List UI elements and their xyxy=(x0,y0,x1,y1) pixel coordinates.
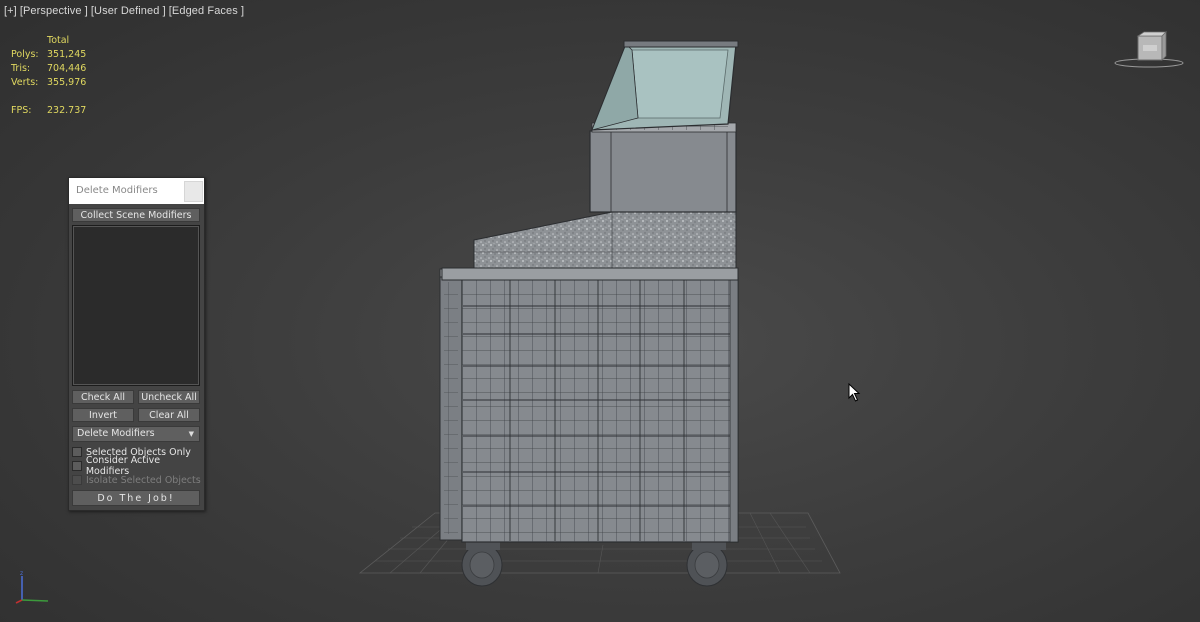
mouse-cursor-icon xyxy=(848,383,861,402)
glass-hood xyxy=(591,40,739,131)
mode-dropdown-value: Delete Modifiers xyxy=(77,428,155,439)
consider-active-modifiers-checkbox[interactable]: Consider Active Modifiers xyxy=(72,455,204,477)
close-icon[interactable] xyxy=(184,181,203,202)
modifiers-listbox[interactable] xyxy=(72,225,200,386)
check-all-button[interactable]: Check All xyxy=(72,390,134,404)
cart-wheels xyxy=(461,540,728,587)
clear-all-button[interactable]: Clear All xyxy=(138,408,200,422)
viewcube-icon[interactable] xyxy=(1112,30,1187,72)
checkbox-box xyxy=(72,475,82,485)
svg-text:z: z xyxy=(20,570,23,577)
cabinet-body xyxy=(461,277,739,543)
dialog-title: Delete Modifiers xyxy=(76,185,158,196)
checkbox-box[interactable] xyxy=(72,461,82,471)
isolate-selected-objects-checkbox: Isolate Selected Objects xyxy=(72,473,201,487)
dialog-title-bar[interactable]: Delete Modifiers xyxy=(69,178,204,204)
mode-dropdown[interactable]: Delete Modifiers ▼ xyxy=(72,426,200,442)
do-the-job-button[interactable]: Do The Job! xyxy=(72,490,200,506)
chevron-down-icon: ▼ xyxy=(188,430,194,438)
upper-display-box xyxy=(589,122,737,213)
axis-gizmo-icon: z xyxy=(15,570,49,604)
delete-modifiers-dialog: Delete Modifiers Collect Scene Modifiers… xyxy=(68,177,205,511)
invert-button[interactable]: Invert xyxy=(72,408,134,422)
collect-scene-modifiers-button[interactable]: Collect Scene Modifiers xyxy=(72,208,200,222)
checkbox-box[interactable] xyxy=(72,447,82,457)
granite-counter xyxy=(441,211,739,281)
checkbox-label: Isolate Selected Objects xyxy=(86,474,201,486)
uncheck-all-button[interactable]: Uncheck All xyxy=(138,390,200,404)
